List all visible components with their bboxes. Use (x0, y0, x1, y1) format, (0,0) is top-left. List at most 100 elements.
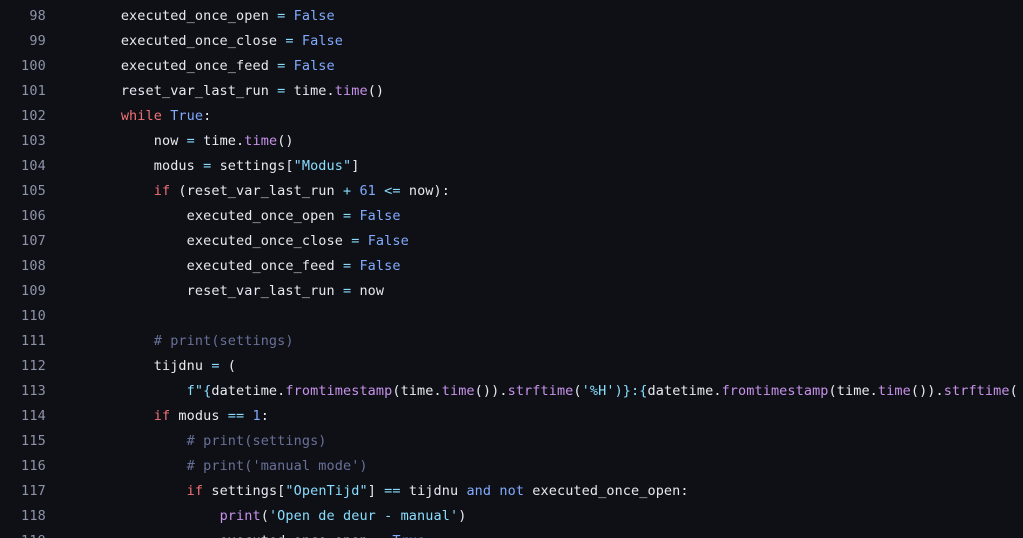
line-content[interactable]: tijdnu = ( (46, 354, 1023, 379)
token-builtin: False (359, 208, 401, 224)
token-operator: = (342, 208, 352, 224)
code-line[interactable]: 101 reset_var_last_run = time.time() (0, 79, 1023, 104)
line-content[interactable]: if modus == 1: (46, 404, 1023, 429)
line-content[interactable]: executed_once_close = False (46, 229, 1023, 254)
code-line[interactable]: 115 # print(settings) (0, 429, 1023, 454)
code-line[interactable]: 109 reset_var_last_run = now (0, 279, 1023, 304)
token-plain: settings[ (211, 158, 294, 174)
code-line[interactable]: 100 executed_once_feed = False (0, 54, 1023, 79)
line-number: 103 (21, 133, 46, 149)
token-builtin: False (301, 33, 343, 49)
line-number: 113 (21, 383, 46, 399)
token-punct: () (277, 133, 294, 149)
line-content[interactable]: executed_once_close = False (46, 29, 1023, 54)
token-operator: == (227, 408, 245, 424)
line-content[interactable]: executed_once_open = False (46, 204, 1023, 229)
token-plain: now (351, 283, 385, 299)
code-line[interactable]: 112 tijdnu = ( (0, 354, 1023, 379)
token-operator: <= (384, 183, 401, 199)
token-plain: now (153, 133, 187, 149)
token-plain: (time. (828, 383, 878, 399)
token-operator: = (376, 533, 384, 538)
token-operator: == (384, 483, 401, 499)
code-line[interactable]: 104 modus = settings["Modus"] (0, 154, 1023, 179)
line-number: 116 (21, 458, 46, 474)
code-line[interactable]: 105 if (reset_var_last_run + 61 <= now): (0, 179, 1023, 204)
token-function: time (334, 83, 368, 99)
line-content[interactable]: executed_once_open = False (46, 4, 1023, 29)
code-line[interactable]: 116 # print('manual mode') (0, 454, 1023, 479)
token-plain: ( (573, 383, 582, 399)
line-content[interactable]: while True: (46, 104, 1023, 129)
token-plain: (time. (392, 383, 442, 399)
line-content[interactable]: modus = settings["Modus"] (46, 154, 1023, 179)
token-builtin: False (367, 233, 409, 249)
code-line[interactable]: 106 executed_once_open = False (0, 204, 1023, 229)
code-line[interactable]: 99 executed_once_close = False (0, 29, 1023, 54)
token-plain: now): (400, 183, 450, 199)
token-plain: time. (194, 133, 245, 149)
code-line[interactable]: 102 while True: (0, 104, 1023, 129)
code-line[interactable]: 98 executed_once_open = False (0, 4, 1023, 29)
line-content[interactable]: reset_var_last_run = time.time() (46, 79, 1023, 104)
token-plain: modus (170, 408, 228, 424)
token-plain: tijdnu (153, 358, 212, 374)
token-plain: executed_once_feed (186, 258, 343, 274)
code-line[interactable]: 108 executed_once_feed = False (0, 254, 1023, 279)
token-plain: executed_once_open (220, 533, 376, 538)
code-line[interactable]: 110 (0, 304, 1023, 329)
line-content[interactable]: # print(settings) (46, 429, 1023, 454)
line-content[interactable]: now = time.time() (46, 129, 1023, 154)
token-keyword: if (153, 408, 171, 424)
line-content[interactable]: reset_var_last_run = now (46, 279, 1023, 304)
token-operator: + (342, 183, 352, 199)
token-plain: (reset_var_last_run (170, 183, 343, 199)
token-number: 1 (252, 408, 261, 424)
token-string: f"{ (186, 383, 212, 399)
token-function: print (219, 508, 261, 524)
code-line[interactable]: 114 if modus == 1: (0, 404, 1023, 429)
code-editor[interactable]: 98 executed_once_open = False 99 executed… (0, 0, 1023, 538)
token-operator: = (342, 258, 352, 274)
token-builtin: False (359, 258, 401, 274)
code-line[interactable]: 103 now = time.time() (0, 129, 1023, 154)
token-function: fromtimestamp (721, 383, 829, 399)
line-content[interactable]: print('Open de deur - manual') (46, 504, 1023, 529)
line-content[interactable]: f"{datetime.fromtimestamp(time.time()).s… (46, 379, 1023, 404)
line-number: 99 (29, 33, 46, 49)
line-number: 107 (21, 233, 46, 249)
code-line[interactable]: 119 executed_once_open = True (0, 529, 1023, 538)
line-content[interactable]: if (reset_var_last_run + 61 <= now): (46, 179, 1023, 204)
line-content[interactable]: if settings["OpenTijd"] == tijdnu and no… (46, 479, 1023, 504)
line-number: 110 (21, 308, 46, 324)
token-string: )} (614, 383, 632, 399)
token-builtin: False (293, 58, 335, 74)
token-plain: datetime. (211, 383, 286, 399)
line-content[interactable]: executed_once_feed = False (46, 54, 1023, 79)
code-line[interactable]: 117 if settings["OpenTijd"] == tijdnu an… (0, 479, 1023, 504)
line-content[interactable]: # print('manual mode') (46, 454, 1023, 479)
code-line[interactable]: 107 executed_once_close = False (0, 229, 1023, 254)
token-string: { (639, 383, 648, 399)
token-builtin: True (170, 108, 204, 124)
code-line[interactable]: 118 print('Open de deur - manual') (0, 504, 1023, 529)
code-line[interactable]: 111 # print(settings) (0, 329, 1023, 354)
line-content[interactable]: # print(settings) (46, 329, 1023, 354)
code-line[interactable]: 113 f"{datetime.fromtimestamp(time.time(… (0, 379, 1023, 404)
token-function: time (877, 383, 911, 399)
line-content[interactable]: executed_once_open = True (46, 529, 1023, 538)
token-function: strftime (507, 383, 574, 399)
line-content[interactable]: executed_once_feed = False (46, 254, 1023, 279)
